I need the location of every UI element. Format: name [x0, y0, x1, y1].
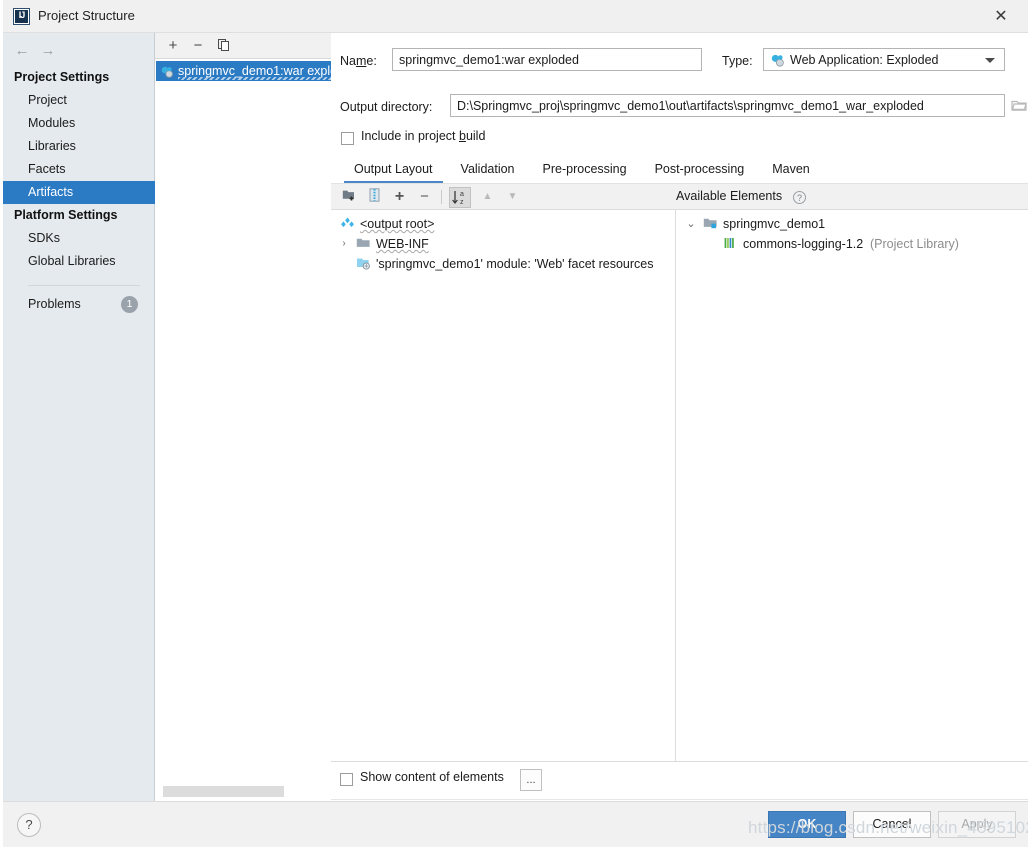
include-in-project-build-label[interactable]: Include in project build	[361, 129, 485, 143]
sidebar-group-platform-settings: Platform Settings	[14, 208, 118, 222]
tree-row[interactable]: ⌄ springmvc_demo1	[677, 214, 1028, 234]
ellipsis-button[interactable]: ...	[520, 769, 542, 791]
list-item[interactable]: springmvc_demo1:war exploded	[156, 61, 331, 81]
move-down-icon[interactable]: ▼	[502, 187, 523, 207]
artifact-icon	[160, 65, 174, 79]
sidebar-item-project[interactable]: Project	[3, 89, 155, 112]
cancel-button[interactable]: Cancel	[853, 811, 931, 838]
tree-row[interactable]: <output root>	[331, 214, 675, 234]
error-underline	[178, 77, 331, 80]
tab-post-processing[interactable]: Post-processing	[641, 157, 759, 183]
tree-row-label: springmvc_demo1	[723, 217, 826, 231]
facet-resources-icon	[356, 256, 371, 271]
output-layout-tree[interactable]: <output root> › WEB-INF 'springmvc_demo1…	[331, 210, 676, 761]
artifacts-hscrollbar-track[interactable]	[158, 786, 328, 799]
artifact-type-icon	[770, 53, 785, 68]
sidebar-divider	[28, 285, 140, 286]
tree-row[interactable]: 'springmvc_demo1' module: 'Web' facet re…	[331, 254, 675, 274]
sidebar-item-facets[interactable]: Facets	[3, 158, 155, 181]
sidebar-item-artifacts[interactable]: Artifacts	[3, 181, 155, 204]
sidebar-item-sdks[interactable]: SDKs	[3, 227, 155, 250]
sort-alphabetically-icon[interactable]: a z	[449, 187, 471, 208]
tab-output-layout[interactable]: Output Layout	[340, 157, 447, 183]
output-root-icon	[340, 216, 355, 231]
problems-count-badge: 1	[121, 296, 138, 313]
back-arrow-icon[interactable]: ←	[11, 42, 33, 60]
include-in-project-build-checkbox[interactable]	[341, 132, 354, 145]
library-icon	[723, 236, 738, 251]
sidebar-nav: ← →	[3, 33, 155, 67]
remove-icon[interactable]: −	[414, 187, 435, 207]
sidebar-item-problems-label: Problems	[28, 297, 81, 311]
editor-tabs: Output Layout Validation Pre-processing …	[340, 157, 1028, 183]
close-icon[interactable]: ✕	[990, 7, 1012, 27]
module-icon	[703, 216, 718, 231]
tree-row-label: <output root>	[360, 217, 435, 231]
tree-row[interactable]: › WEB-INF	[331, 234, 675, 254]
forward-arrow-icon[interactable]: →	[37, 42, 59, 60]
sidebar-item-global-libraries[interactable]: Global Libraries	[3, 250, 155, 273]
apply-button[interactable]: Apply	[938, 811, 1016, 838]
remove-artifact-button[interactable]: −	[188, 36, 208, 56]
sidebar-item-libraries[interactable]: Libraries	[3, 135, 155, 158]
output-directory-input[interactable]	[450, 94, 1005, 117]
artifacts-toolbar: + −	[155, 33, 331, 59]
artifacts-list[interactable]: springmvc_demo1:war exploded	[155, 59, 331, 801]
tree-row-label: 'springmvc_demo1' module: 'Web' facet re…	[376, 257, 654, 271]
dialog-title: Project Structure	[38, 8, 135, 23]
artifacts-list-panel: + − springmvc_demo1:war exploded	[155, 33, 331, 801]
folder-icon	[356, 236, 371, 251]
intellij-idea-icon: IJ	[13, 8, 30, 25]
add-copy-icon[interactable]: +	[389, 187, 410, 207]
dialog-footer: ? OK Cancel Apply	[3, 801, 1028, 847]
tree-row[interactable]: commons-logging-1.2 (Project Library)	[677, 234, 1028, 254]
copy-artifact-icon[interactable]	[214, 36, 234, 56]
show-content-of-elements-checkbox[interactable]	[340, 773, 353, 786]
available-elements-tree[interactable]: ⌄ springmvc_demo1 commons-logging-1.2 (P…	[677, 210, 1028, 761]
toolbar-separator	[441, 190, 442, 204]
chevron-down-icon[interactable]: ⌄	[684, 214, 698, 234]
chevron-down-icon[interactable]	[985, 58, 995, 63]
name-input[interactable]	[392, 48, 702, 71]
output-directory-label: Output directory:	[340, 100, 433, 114]
type-select-value: Web Application: Exploded	[790, 53, 939, 67]
add-artifact-button[interactable]: +	[163, 36, 183, 56]
svg-text:a: a	[460, 191, 464, 198]
tab-pre-processing[interactable]: Pre-processing	[529, 157, 641, 183]
type-label: Type:	[722, 54, 753, 68]
chevron-right-icon[interactable]: ›	[337, 234, 351, 254]
move-up-icon[interactable]: ▲	[477, 187, 498, 207]
tree-row-label: commons-logging-1.2	[743, 237, 864, 251]
sidebar-item-modules[interactable]: Modules	[3, 112, 155, 135]
tree-row-suffix: (Project Library)	[870, 237, 959, 251]
tab-maven[interactable]: Maven	[758, 157, 824, 183]
artifact-editor: Name: Type: Web Application: Exploded Ou…	[331, 33, 1028, 834]
project-structure-dialog: minutes ago! IJ Project Structure ✕ ← → …	[0, 0, 1028, 848]
folder-browse-icon[interactable]	[1011, 98, 1027, 112]
ok-button[interactable]: OK	[768, 811, 846, 838]
help-button[interactable]: ?	[17, 813, 41, 837]
sidebar-item-problems[interactable]: Problems 1	[3, 293, 155, 316]
list-item-label: springmvc_demo1:war exploded	[178, 64, 331, 78]
dialog-titlebar: IJ Project Structure ✕	[3, 0, 1028, 33]
show-content-of-elements-label[interactable]: Show content of elements	[360, 770, 504, 784]
help-icon[interactable]: ?	[793, 191, 806, 204]
show-content-row: Show content of elements ...	[331, 761, 1028, 799]
artifacts-hscrollbar-thumb[interactable]	[163, 786, 284, 797]
add-directory-icon[interactable]	[339, 187, 360, 207]
add-archive-icon[interactable]	[364, 187, 385, 207]
settings-sidebar: ← → Project Settings Project Modules Lib…	[3, 33, 155, 801]
available-elements-title: Available Elements	[676, 189, 783, 203]
name-label: Name:	[340, 54, 377, 68]
svg-text:z: z	[460, 199, 464, 206]
tab-validation[interactable]: Validation	[447, 157, 529, 183]
sidebar-group-project-settings: Project Settings	[14, 70, 110, 84]
tree-row-label: WEB-INF	[376, 237, 429, 251]
type-select[interactable]: Web Application: Exploded	[763, 48, 1005, 71]
